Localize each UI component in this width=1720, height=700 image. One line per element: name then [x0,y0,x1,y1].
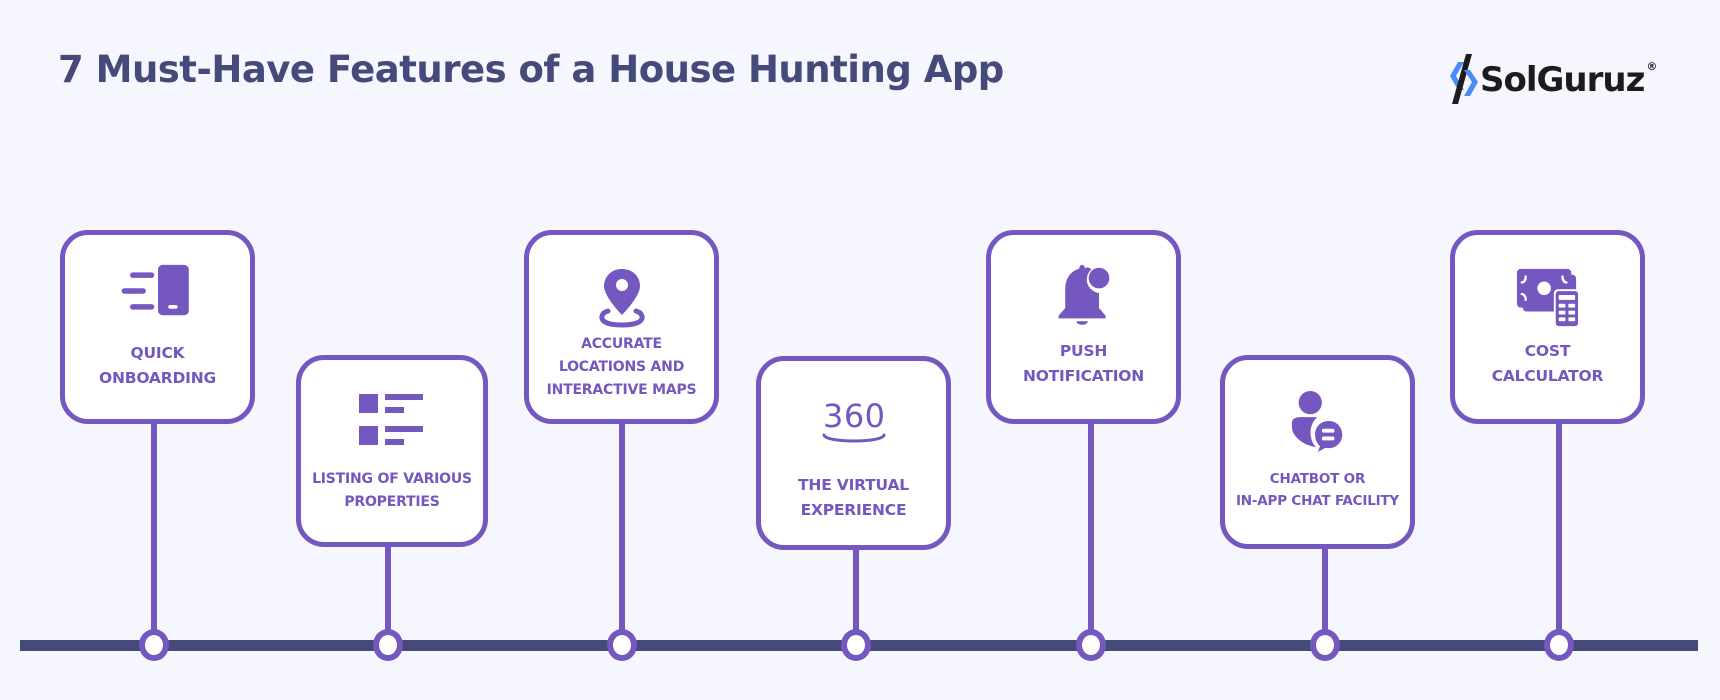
feature-label: COST CALCULATOR [1491,342,1604,385]
map-pin-icon [598,269,645,328]
feature-card-locations: ACCURATE LOCATIONS AND INTERACTIVE MAPS [524,230,719,424]
money-calculator-icon [1516,268,1580,329]
timeline-node [607,629,637,661]
timeline-node [1310,629,1340,661]
user-chat-icon [1291,391,1344,452]
solguruz-logo: SolGuruz ® [1444,50,1657,110]
timeline-stem [1088,420,1094,638]
timeline-stem [1322,540,1328,638]
feature-label: THE VIRTUAL EXPERIENCE [798,476,909,519]
timeline-node [841,629,871,661]
timeline-node [373,629,403,661]
feature-label: LISTING OF VARIOUS PROPERTIES [312,471,472,510]
feature-card-listing: LISTING OF VARIOUS PROPERTIES [296,355,488,547]
feature-card-virtual-experience: 360 THE VIRTUAL EXPERIENCE [756,356,951,550]
registered-mark: ® [1646,60,1658,73]
bell-notification-icon [1058,264,1109,325]
list-icon [359,394,423,445]
timeline-stem [853,545,859,638]
timeline-node [1076,629,1106,661]
feature-card-chatbot: CHATBOT OR IN-APP CHAT FACILITY [1220,355,1415,549]
feature-label: PUSH NOTIFICATION [1022,342,1145,385]
mobile-onboarding-icon [121,264,189,316]
timeline-stem [385,540,391,638]
timeline-stem [619,420,625,638]
feature-card-push-notification: PUSH NOTIFICATION [986,230,1181,424]
page-title: 7 Must-Have Features of a House Hunting … [58,48,1004,91]
feature-label: ACCURATE LOCATIONS AND INTERACTIVE MAPS [546,336,697,398]
feature-card-cost-calculator: COST CALCULATOR [1450,230,1645,424]
timeline-node [139,629,169,661]
feature-label: QUICK ONBOARDING [99,344,216,387]
solguruz-logo-mark-icon [1450,54,1478,104]
timeline-stem [1556,420,1562,638]
feature-label: CHATBOT OR IN-APP CHAT FACILITY [1235,471,1400,509]
360-view-icon: 360 [822,397,885,443]
svg-text:360: 360 [823,397,885,435]
feature-card-quick-onboarding: QUICK ONBOARDING [60,230,255,424]
timeline-node [1544,629,1574,661]
logo-wordmark: SolGuruz [1480,60,1645,100]
timeline-stem [151,420,157,638]
